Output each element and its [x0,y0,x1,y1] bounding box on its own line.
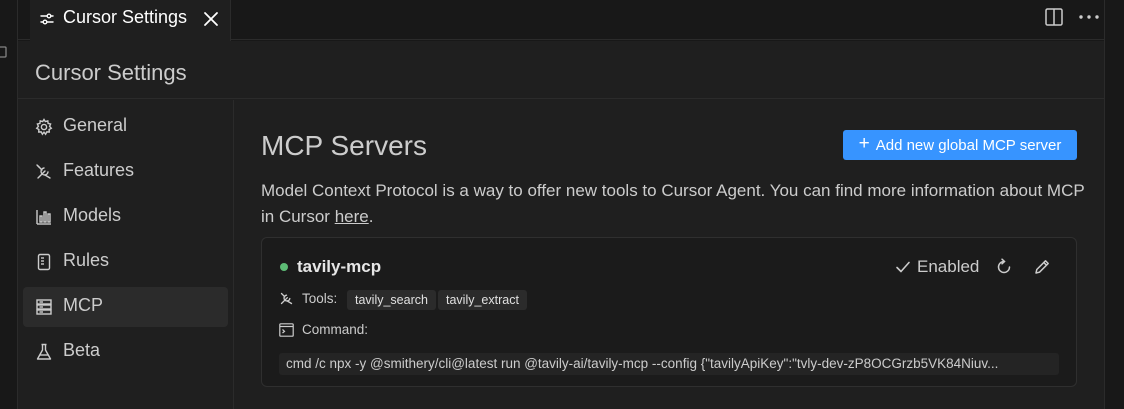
settings-header: Cursor Settings [18,41,1104,99]
more-actions-icon[interactable] [1078,7,1100,27]
book-icon [35,253,53,271]
server-name: tavily-mcp [297,257,382,276]
sidebar-item-label: Features [63,160,135,180]
description-text: Model Context Protocol is a way to offer… [261,181,1085,226]
sidebar-item-label: Models [63,205,122,225]
tab-title: Cursor Settings [63,7,188,27]
tab-cursor-settings[interactable]: Cursor Settings [30,0,231,41]
sidebar-item-mcp[interactable]: MCP [23,287,228,327]
settings-sidebar: General Features Models Rules MCP Beta [18,100,234,409]
sidebar-item-label: Beta [63,340,101,360]
add-mcp-server-button[interactable]: + Add new global MCP server [843,130,1077,160]
section-description: Model Context Protocol is a way to offer… [261,178,1091,230]
scrollbar-gutter[interactable] [1104,0,1124,409]
gear-icon [35,118,53,136]
sidebar-item-rules[interactable]: Rules [23,242,228,282]
mcp-server-card: tavily-mcp Enabled Tools: tavily_search … [261,237,1077,387]
settings-panel: Cursor Settings General Features Models … [18,41,1104,409]
add-mcp-server-label: Add new global MCP server [875,136,1062,154]
page-title: Cursor Settings [35,60,187,85]
command-label: Command: [302,322,369,337]
tab-bar: Cursor Settings [18,0,1104,41]
edit-pencil-icon[interactable] [1033,258,1051,276]
tools-icon [279,291,294,306]
check-icon [895,259,911,275]
bar-chart-icon [35,208,53,226]
enabled-label: Enabled [917,257,980,276]
sidebar-item-label: MCP [63,295,103,315]
editor-window: Cursor Settings Cursor Settings General … [0,0,1124,409]
mcp-content: MCP Servers + Add new global MCP server … [235,100,1104,409]
server-icon [35,298,53,316]
settings-sliders-icon [39,11,55,27]
tools-label: Tools: [302,291,338,306]
command-text[interactable]: cmd /c npx -y @smithery/cli@latest run @… [279,353,1059,375]
sidebar-item-label: Rules [63,250,110,270]
split-editor-icon[interactable] [1044,7,1064,27]
tool-chip: tavily_search [347,290,436,310]
tool-chip: tavily_extract [438,290,527,310]
flask-icon [35,343,53,361]
sidebar-item-models[interactable]: Models [23,197,228,237]
docs-link[interactable]: here [335,207,369,226]
close-icon[interactable] [201,9,221,29]
sidebar-item-general[interactable]: General [23,107,228,147]
status-indicator [280,263,288,271]
plus-icon: + [858,133,870,154]
refresh-icon[interactable] [995,258,1013,276]
sidebar-item-beta[interactable]: Beta [23,332,228,372]
partial-icon [0,46,8,60]
tools-icon [35,163,53,181]
section-title: MCP Servers [261,130,427,161]
description-end: . [368,207,374,226]
terminal-icon [279,323,294,337]
sidebar-item-features[interactable]: Features [23,152,228,192]
activity-bar-edge [0,0,18,409]
sidebar-item-label: General [63,115,128,135]
